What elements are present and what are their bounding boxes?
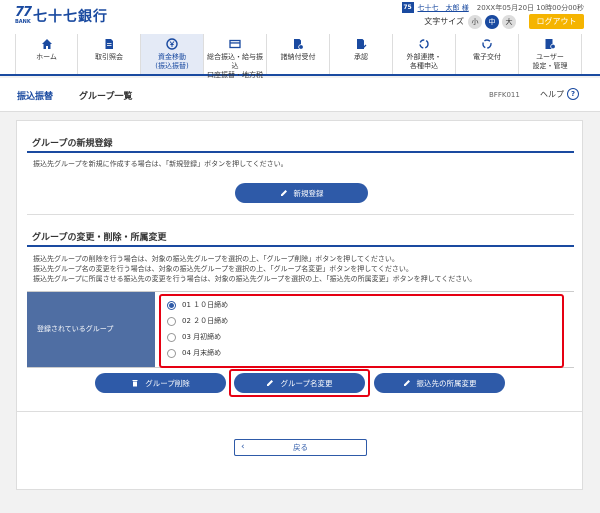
screen-id: BFFK011 bbox=[489, 91, 520, 99]
nav-label: 資金移動 bbox=[158, 53, 186, 61]
chevron-left-icon: ‹ bbox=[241, 442, 245, 452]
home-icon bbox=[40, 38, 54, 50]
section-underline bbox=[27, 151, 574, 153]
nav-label-sub: 設定・管理 bbox=[532, 62, 568, 70]
member-change-button[interactable]: 振込先の所属変更 bbox=[374, 373, 505, 393]
person-doc-icon bbox=[291, 38, 305, 50]
group-delete-button[interactable]: グループ削除 bbox=[95, 373, 226, 393]
new-section-title: グループの新規登録 bbox=[32, 139, 113, 149]
content-card: グループの新規登録 振込先グループを新規に作成する場合は、「新規登録」ボタンを押… bbox=[16, 120, 583, 490]
logout-button[interactable]: ログアウト bbox=[529, 14, 584, 29]
pencil-icon bbox=[403, 380, 410, 386]
new-register-label: 新規登録 bbox=[293, 188, 324, 198]
breadcrumb-parent: 振込振替 bbox=[17, 92, 54, 102]
help-link[interactable]: ヘルプ ? bbox=[540, 88, 579, 100]
document-icon bbox=[102, 38, 116, 50]
refresh-icon bbox=[480, 38, 494, 50]
main-nav: ホーム 取引照会 資金移動 (振込振替) 総合振込・給与振込 口座振替・地方税 … bbox=[0, 34, 600, 79]
login-time: 20XX年05月20日 10時00分00秒 bbox=[476, 3, 584, 12]
new-register-button[interactable]: 新規登録 bbox=[235, 183, 368, 203]
nav-item-external[interactable]: 外部連携・ 各種申込 bbox=[393, 34, 456, 74]
title-bar: 振込振替 グループ一覧 BFFK011 ヘルプ ? bbox=[0, 78, 600, 112]
logo-bank: BANK bbox=[15, 19, 31, 25]
group-table-label: 登録されているグループ bbox=[27, 292, 155, 367]
member-change-label: 振込先の所属変更 bbox=[416, 378, 477, 388]
back-button[interactable]: ‹ 戻る bbox=[234, 439, 367, 456]
user-settings-icon bbox=[543, 38, 557, 50]
nav-item-bulk-transfer[interactable]: 総合振込・給与振込 口座振替・地方税 bbox=[204, 34, 267, 79]
nav-label-sub: (振込振替) bbox=[155, 62, 189, 70]
new-section-description: 振込先グループを新規に作成する場合は、「新規登録」ボタンを押してください。 bbox=[33, 160, 288, 168]
nav-item-payment[interactable]: 諸納付受付 bbox=[267, 34, 330, 74]
nav-label: 総合振込・給与振込 bbox=[207, 53, 263, 70]
logo-text: 七十七銀行 bbox=[33, 9, 108, 25]
help-label: ヘルプ bbox=[540, 89, 564, 99]
font-size-medium-button[interactable]: 中 bbox=[485, 14, 499, 29]
nav-label-sub: 各種申込 bbox=[410, 62, 438, 70]
help-icon: ? bbox=[567, 88, 579, 100]
user-badge-icon: 75 bbox=[401, 2, 414, 13]
user-name-link[interactable]: 七十七 太郎 様 bbox=[418, 3, 469, 13]
font-size-large-button[interactable]: 大 bbox=[502, 14, 516, 29]
font-size-small-button[interactable]: 小 bbox=[468, 14, 482, 29]
font-size-label: 文字サイズ bbox=[424, 17, 464, 26]
bank-logo: 77 BANK 七十七銀行 bbox=[15, 5, 108, 26]
nav-label: 取引照会 bbox=[95, 53, 123, 61]
group-list-highlight bbox=[159, 294, 564, 368]
trash-icon bbox=[132, 380, 138, 387]
nav-label: 電子交付 bbox=[473, 53, 501, 61]
header: 77 BANK 七十七銀行 75 七十七 太郎 様 20XX年05月20日 10… bbox=[0, 0, 600, 34]
edit-section-title: グループの変更・削除・所属変更 bbox=[32, 233, 167, 243]
logo-mark: 77 BANK bbox=[15, 5, 32, 26]
logo-number: 77 bbox=[15, 5, 32, 20]
link-icon bbox=[417, 38, 431, 50]
section-underline bbox=[27, 245, 574, 247]
yen-transfer-icon bbox=[165, 38, 179, 50]
nav-item-approval[interactable]: 承認 bbox=[330, 34, 393, 74]
edit-description-delete: 振込先グループの削除を行う場合は、対象の振込先グループを選択の上、「グループ削除… bbox=[33, 255, 399, 263]
section-divider bbox=[27, 214, 574, 215]
font-size-control: 文字サイズ 小 中 大 ログアウト bbox=[424, 14, 584, 29]
nav-item-inquiry[interactable]: 取引照会 bbox=[78, 34, 141, 74]
card-icon bbox=[228, 38, 242, 50]
edit-description-rename: 振込先グループ名の変更を行う場合は、対象の振込先グループを選択の上、「グループ名… bbox=[33, 265, 413, 273]
nav-item-e-delivery[interactable]: 電子交付 bbox=[456, 34, 519, 74]
nav-label: ユーザー bbox=[536, 53, 564, 61]
nav-label: 承認 bbox=[354, 53, 368, 61]
nav-item-home[interactable]: ホーム bbox=[15, 34, 78, 74]
approval-icon bbox=[354, 38, 368, 50]
rename-button-highlight bbox=[229, 369, 370, 397]
group-delete-label: グループ削除 bbox=[145, 378, 190, 388]
footer-divider bbox=[17, 411, 582, 412]
nav-label: ホーム bbox=[36, 53, 57, 61]
nav-item-transfer[interactable]: 資金移動 (振込振替) bbox=[141, 34, 204, 74]
nav-label: 外部連携・ bbox=[406, 53, 442, 61]
user-info: 75 七十七 太郎 様 20XX年05月20日 10時00分00秒 bbox=[401, 2, 584, 13]
nav-label: 諸納付受付 bbox=[280, 53, 316, 61]
nav-item-user-settings[interactable]: ユーザー 設定・管理 bbox=[519, 34, 582, 74]
pencil-icon bbox=[280, 190, 287, 196]
edit-description-member: 振込先グループに所属させる振込先の変更を行う場合は、対象の振込先グループを選択の… bbox=[33, 275, 477, 283]
page-title: グループ一覧 bbox=[79, 92, 133, 102]
back-label: 戻る bbox=[293, 443, 308, 452]
